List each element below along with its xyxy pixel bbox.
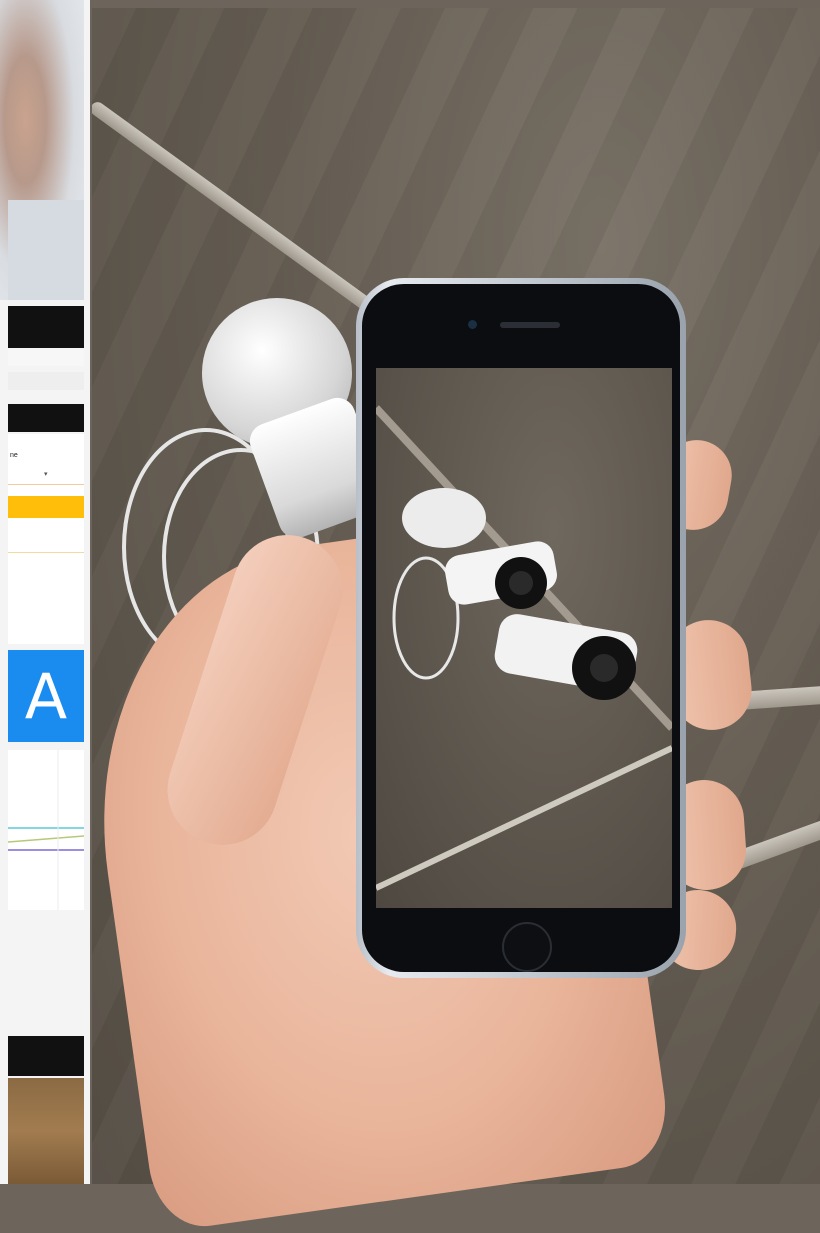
phone-front [362,284,680,972]
dropdown-caret-icon[interactable]: ▾ [44,470,48,478]
mini-line-chart [7,750,85,910]
divider [8,484,84,485]
earpiece-speaker [500,322,560,328]
phone-screen-ar-view[interactable] [376,368,672,908]
image-placeholder [8,200,84,300]
dark-header-bar [8,306,84,348]
ar-camera-1-lens-inner [509,571,533,595]
section-header-bar [8,404,84,432]
footer-dark-bar [8,1036,84,1076]
divider-2 [8,552,84,553]
toolbar-strip [8,350,84,366]
left-partial-ui: ne ▾ A [0,0,90,1184]
ar-cable [376,745,672,891]
letter-a-tile[interactable]: A [8,650,84,742]
front-camera-icon [468,320,477,329]
ar-scene [376,405,672,891]
mini-chart-svg [7,750,85,910]
settings-card [8,434,84,644]
wood-photo-thumbnail [8,1078,84,1184]
field-label: ne [10,452,18,459]
chart-line-olive [7,835,85,843]
smartphone [356,278,686,978]
orange-action-bar[interactable] [8,496,84,518]
toolbar-strip-2 [8,372,84,390]
ar-camera-2-lens-inner [590,654,618,682]
home-button[interactable] [502,922,552,972]
ar-camera-mount [402,488,486,548]
tile-letter: A [24,659,68,733]
